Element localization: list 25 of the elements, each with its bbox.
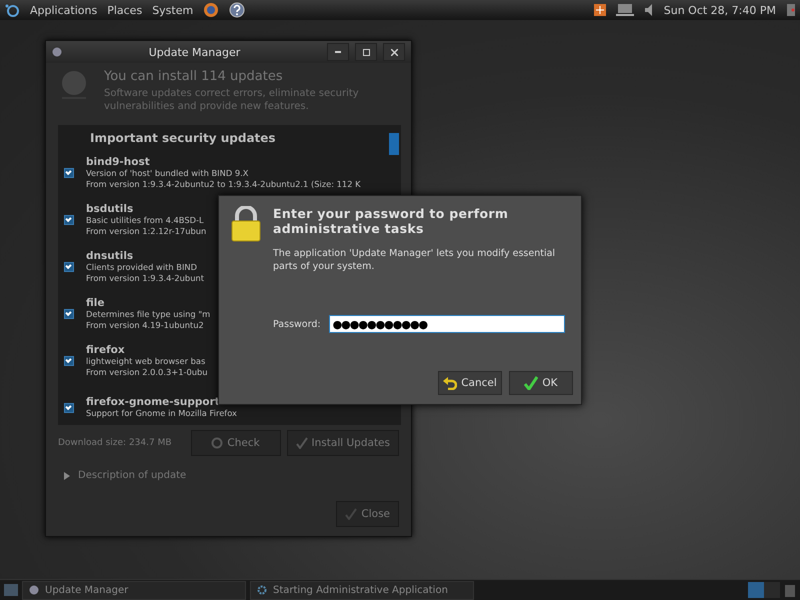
package-description: Clients provided with BIND [86, 262, 198, 272]
dialog-heading: Enter your password to perform administrative tasks [273, 206, 510, 236]
package-version: From version 4.19-1ubuntu2 [86, 320, 205, 330]
package-name: file [86, 296, 106, 308]
package-name: firefox [86, 344, 126, 356]
package-version: From version 1:9.3.4-2ubunt [86, 272, 204, 284]
package-name: firefox-gnome-support [86, 396, 221, 408]
package-description: Basic utilities from 4.4BSD-L [86, 214, 205, 226]
package-description: lightweight web browser bas [86, 356, 206, 366]
updates-subtitle: Software updates correct errors, eliminate security vulnerabilities and provide new features. [104, 87, 360, 113]
package-version: From version 2.0.0.3+1-0ubu [86, 366, 208, 378]
section-heading: Important security updates [89, 131, 277, 145]
updates-heading: You can install 114 updates [104, 69, 284, 84]
package-version: From version 1:2.12r-17ubun [86, 226, 206, 236]
package-version: From version 1:9.3.4-2ubuntu2 to 1:9.3.4-2ubuntu2.1 (Size: 112 K [86, 178, 361, 190]
package-description: Support for Gnome in Mozilla Firefox [86, 408, 237, 419]
download-size: Download size: 234.7 MB [58, 438, 173, 448]
password-label: Password: [273, 318, 321, 330]
dialog-message: The application 'Update Manager' lets you modify essential parts of your system. [273, 247, 556, 273]
window-title: Update Manager [148, 46, 242, 58]
package-name: dnsutils [86, 250, 134, 262]
package-name: bind9-host [86, 156, 151, 168]
package-name: bsdutils [86, 202, 134, 214]
package-description: Version of 'host' bundled with BIND 9.X [86, 168, 250, 178]
package-description: Determines file type using "m [86, 308, 210, 320]
